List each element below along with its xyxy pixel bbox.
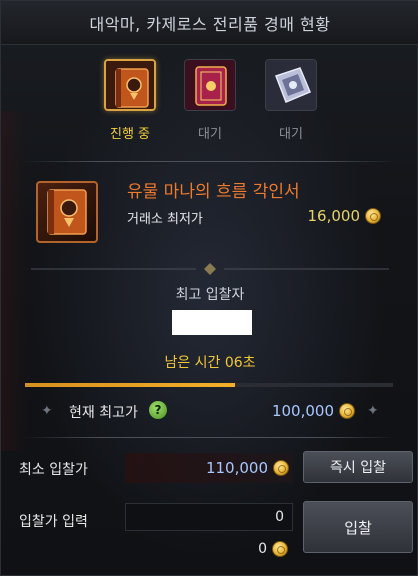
item-tabs: 진행 중 대기 대기	[1, 59, 418, 149]
tab-waiting-1[interactable]: 대기	[182, 59, 238, 142]
bid-total-value: 0	[258, 541, 267, 557]
bid-button[interactable]: 입찰	[303, 501, 413, 553]
tab-label: 대기	[198, 127, 222, 142]
market-price: 16,000	[307, 207, 381, 225]
gold-coin-icon	[339, 403, 355, 419]
gold-coin-icon	[365, 208, 381, 224]
current-highest-row: ✦ 현재 최고가 ? 100,000 ✦	[1, 399, 418, 425]
min-bid-value: 110,000	[205, 459, 268, 477]
ornament-right-icon: ✦	[367, 403, 379, 419]
bid-total: 0	[1, 541, 288, 557]
divider	[23, 161, 397, 162]
red-ornate-book-icon	[184, 59, 236, 111]
window-title: 대악마, 카제로스 전리품 경매 현황	[89, 14, 331, 34]
remaining-time: 남은 시간 06초	[164, 355, 256, 371]
bid-amount-input[interactable]	[125, 503, 293, 531]
tab-in-progress[interactable]: 진행 중	[102, 59, 158, 142]
top-bidder-label: 최고 입찰자	[175, 287, 245, 303]
top-bidder-name-redacted	[172, 310, 252, 335]
gold-coin-icon	[272, 541, 288, 557]
current-highest-price: 100,000	[272, 402, 355, 420]
engraving-book-icon	[36, 181, 98, 243]
bid-input-label: 입찰가 입력	[19, 514, 88, 530]
item-name: 유물 마나의 흐름 각인서	[127, 182, 300, 202]
current-highest-label: 현재 최고가	[69, 405, 138, 421]
tab-label: 진행 중	[109, 127, 150, 142]
time-progress-bar	[25, 383, 393, 387]
tab-waiting-2[interactable]: 대기	[263, 59, 319, 142]
ornament-divider	[31, 263, 389, 275]
time-progress-fill	[25, 383, 235, 387]
min-bid-label: 최소 입찰가	[19, 462, 88, 478]
orange-book-icon	[104, 59, 156, 111]
current-highest-value: 100,000	[271, 402, 334, 420]
market-price-label: 거래소 최저가	[127, 212, 203, 227]
ornament-left-icon: ✦	[41, 403, 53, 419]
title-bar: 대악마, 카제로스 전리품 경매 현황	[1, 1, 418, 45]
market-price-value: 16,000	[307, 207, 361, 225]
instant-bid-button[interactable]: 즉시 입찰	[303, 451, 413, 483]
auction-panel: 대악마, 카제로스 전리품 경매 현황 진행 중 대기 대기 유물 마나의 흐름…	[0, 0, 418, 576]
silver-book-icon	[265, 59, 317, 111]
gold-coin-icon	[273, 460, 289, 476]
divider	[23, 437, 397, 438]
tab-label: 대기	[279, 127, 303, 142]
help-icon[interactable]: ?	[149, 401, 167, 419]
min-bid-field: 110,000	[125, 453, 293, 483]
